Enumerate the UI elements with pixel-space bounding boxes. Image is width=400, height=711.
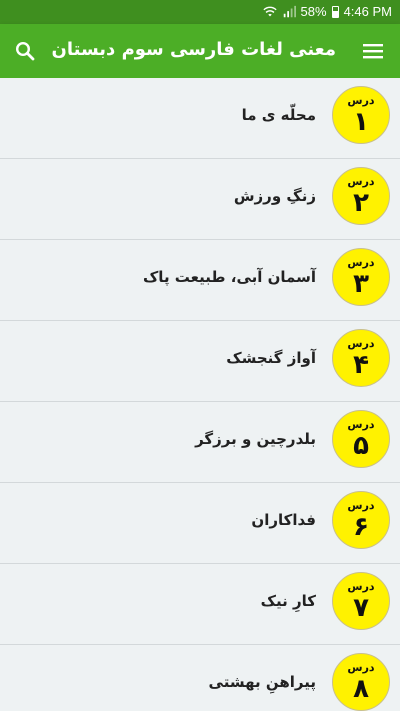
badge-label: درس bbox=[347, 418, 375, 431]
lesson-row-4[interactable]: درس ۴ آواز گنجشک bbox=[0, 321, 400, 402]
lesson-title: فداکاران bbox=[251, 511, 316, 529]
hamburger-menu-icon bbox=[363, 44, 383, 59]
lesson-title: آسمان آبی، طبیعت پاک bbox=[142, 268, 316, 286]
lesson-badge: درس ۶ bbox=[332, 491, 390, 549]
lesson-row-2[interactable]: درس ۲ زنگِ ورزش bbox=[0, 159, 400, 240]
lesson-title: پیراهنِ بهشتی bbox=[208, 673, 316, 691]
badge-label: درس bbox=[347, 337, 375, 350]
status-icons: 58% 4:46 PM bbox=[262, 4, 392, 19]
lesson-row-5[interactable]: درس ۵ بلدرچین و برزگر bbox=[0, 402, 400, 483]
lesson-badge: درس ۴ bbox=[332, 329, 390, 387]
lesson-badge: درس ۷ bbox=[332, 572, 390, 630]
lesson-number: ۶ bbox=[353, 512, 369, 542]
menu-button[interactable] bbox=[360, 38, 386, 64]
lesson-title: کارِ نیک bbox=[260, 592, 316, 610]
lesson-number: ۴ bbox=[353, 350, 369, 380]
lesson-badge: درس ۲ bbox=[332, 167, 390, 225]
lesson-number: ۷ bbox=[353, 593, 369, 623]
lesson-row-6[interactable]: درس ۶ فداکاران bbox=[0, 483, 400, 564]
badge-label: درس bbox=[347, 94, 375, 107]
status-bar: 58% 4:46 PM bbox=[0, 0, 400, 24]
lesson-title: زنگِ ورزش bbox=[233, 187, 316, 205]
battery-icon bbox=[331, 5, 339, 18]
lesson-number: ۲ bbox=[353, 188, 369, 218]
lesson-title: آواز گنجشک bbox=[226, 349, 316, 367]
lesson-badge: درس ۳ bbox=[332, 248, 390, 306]
lesson-title: محلّه ی ما bbox=[241, 106, 316, 124]
lesson-number: ۸ bbox=[353, 674, 369, 704]
lesson-number: ۱ bbox=[353, 107, 369, 137]
battery-percent: 58% bbox=[300, 4, 327, 19]
badge-label: درس bbox=[347, 499, 375, 512]
clock: 4:46 PM bbox=[343, 4, 392, 19]
search-icon bbox=[15, 41, 35, 61]
lesson-number: ۳ bbox=[353, 269, 369, 299]
badge-label: درس bbox=[347, 175, 375, 188]
lesson-badge: درس ۵ bbox=[332, 410, 390, 468]
badge-label: درس bbox=[347, 661, 375, 674]
signal-icon bbox=[283, 5, 296, 17]
lesson-row-1[interactable]: درس ۱ محلّه ی ما bbox=[0, 78, 400, 159]
badge-label: درس bbox=[347, 580, 375, 593]
lesson-row-8[interactable]: درس ۸ پیراهنِ بهشتی bbox=[0, 645, 400, 711]
page-title: معنی لغات فارسی سوم دبستان bbox=[51, 39, 336, 60]
app-bar: معنی لغات فارسی سوم دبستان bbox=[0, 24, 400, 78]
lesson-row-7[interactable]: درس ۷ کارِ نیک bbox=[0, 564, 400, 645]
wifi-icon bbox=[262, 6, 277, 16]
lesson-title: بلدرچین و برزگر bbox=[195, 430, 316, 448]
lesson-row-3[interactable]: درس ۳ آسمان آبی، طبیعت پاک bbox=[0, 240, 400, 321]
lesson-list: درس ۱ محلّه ی ما درس ۲ زنگِ ورزش درس ۳ آ… bbox=[0, 78, 400, 711]
lesson-number: ۵ bbox=[353, 431, 369, 461]
search-button[interactable] bbox=[12, 38, 38, 64]
lesson-badge: درس ۸ bbox=[332, 653, 390, 711]
badge-label: درس bbox=[347, 256, 375, 269]
lesson-badge: درس ۱ bbox=[332, 86, 390, 144]
